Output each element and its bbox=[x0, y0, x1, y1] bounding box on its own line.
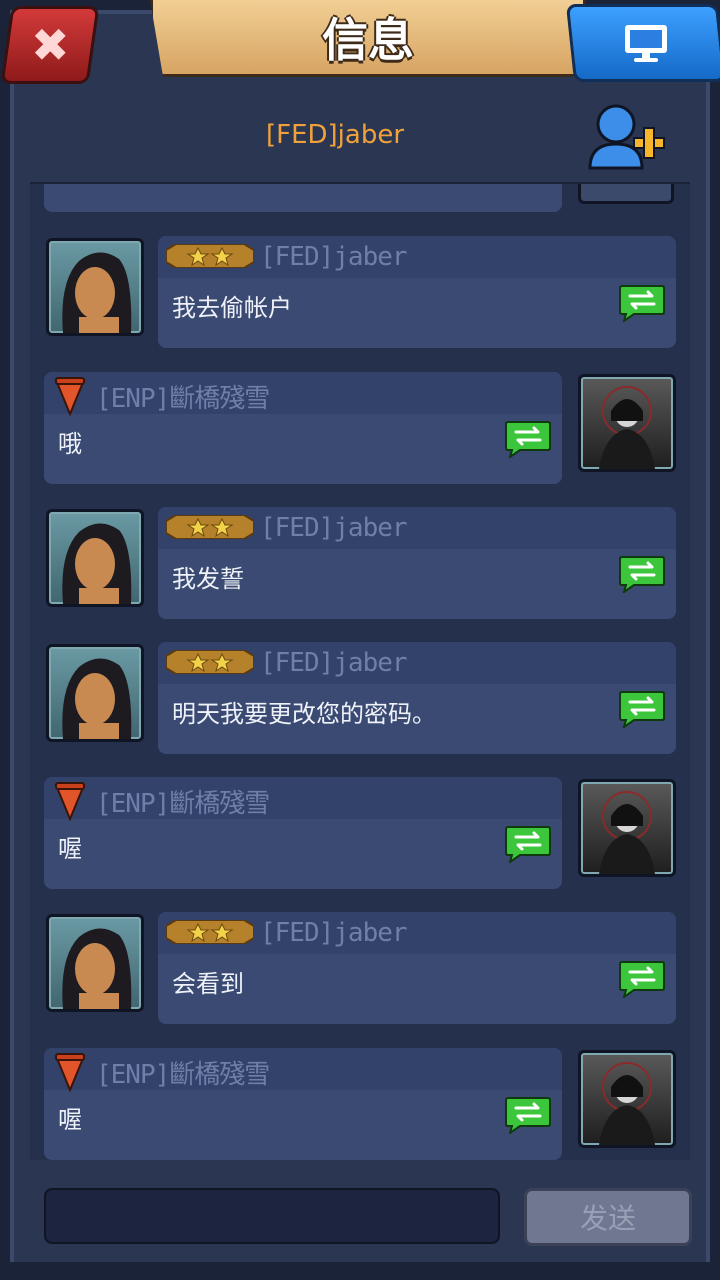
send-button[interactable]: 发送 bbox=[524, 1188, 692, 1246]
message-row: [ENP]斷橋殘雪哦 bbox=[30, 372, 690, 484]
message-bubble: [FED]jaber 会看到 bbox=[158, 912, 676, 1024]
message-row: [FED]jaber 我发誓 bbox=[30, 507, 690, 619]
rank-flag-icon bbox=[54, 1052, 86, 1093]
avatar[interactable] bbox=[46, 238, 144, 336]
chat-partner-name: [FED]jaber bbox=[265, 120, 405, 150]
avatar[interactable] bbox=[46, 509, 144, 607]
message-row: [FED]jaber 明天我要更改您的密码。 bbox=[30, 642, 690, 754]
message-bubble: [FED]jaber 我发誓 bbox=[158, 507, 676, 619]
sender-name[interactable]: [FED]jaber bbox=[260, 242, 408, 272]
rank-stars-icon bbox=[165, 514, 255, 540]
message-bubble: [ENP]斷橋殘雪喔 bbox=[44, 1048, 562, 1160]
message-text: 喔 bbox=[58, 1106, 82, 1134]
message-row: [ENP]斷橋殘雪喔 bbox=[30, 1048, 690, 1160]
sender-name[interactable]: [FED]jaber bbox=[260, 918, 408, 948]
message-bubble: [FED]jaber 明天我要更改您的密码。 bbox=[158, 642, 676, 754]
avatar[interactable] bbox=[578, 1050, 676, 1148]
avatar[interactable] bbox=[46, 914, 144, 1012]
avatar[interactable] bbox=[578, 374, 676, 472]
title-banner: 信息 bbox=[150, 0, 586, 77]
message-bubble: [ENP]斷橋殘雪哦 bbox=[44, 372, 562, 484]
add-friend-icon[interactable] bbox=[584, 102, 668, 172]
translate-share-icon[interactable] bbox=[504, 420, 552, 460]
rank-flag-icon bbox=[54, 376, 86, 417]
sender-name[interactable]: [ENP]斷橋殘雪 bbox=[96, 1054, 270, 1091]
message-bubble: [FED]jaber 我去偷帐户 bbox=[158, 236, 676, 348]
sender-name[interactable]: [ENP]斷橋殘雪 bbox=[96, 378, 270, 415]
message-text: 会看到 bbox=[172, 970, 244, 998]
message-input[interactable] bbox=[44, 1188, 500, 1244]
avatar[interactable] bbox=[578, 779, 676, 877]
monitor-icon bbox=[625, 25, 667, 62]
rank-stars-icon bbox=[165, 919, 255, 945]
page-title: 信息 bbox=[322, 13, 414, 67]
message-text: 我去偷帐户 bbox=[172, 294, 292, 322]
translate-share-icon[interactable] bbox=[618, 690, 666, 730]
rank-stars-icon bbox=[165, 243, 255, 269]
bottom-border bbox=[0, 1262, 720, 1280]
sender-name[interactable]: [FED]jaber bbox=[260, 648, 408, 678]
sender-name[interactable]: [ENP]斷橋殘雪 bbox=[96, 783, 270, 820]
message-row: [FED]jaber 会看到 bbox=[30, 912, 690, 1024]
close-icon: ✖ bbox=[30, 18, 70, 72]
translate-share-icon[interactable] bbox=[618, 555, 666, 595]
translate-share-icon[interactable] bbox=[618, 960, 666, 1000]
translate-share-icon[interactable] bbox=[618, 284, 666, 324]
message-text: 哦 bbox=[58, 430, 82, 458]
translate-share-icon[interactable] bbox=[504, 1096, 552, 1136]
partial-message-bubble bbox=[44, 184, 562, 212]
message-bubble: [ENP]斷橋殘雪喔 bbox=[44, 777, 562, 889]
message-text: 明天我要更改您的密码。 bbox=[172, 700, 436, 728]
message-row: [FED]jaber 我去偷帐户 bbox=[30, 236, 690, 348]
message-row: [ENP]斷橋殘雪喔 bbox=[30, 777, 690, 889]
message-list[interactable]: [FED]jaber 我去偷帐户 [ENP]斷橋殘雪哦 [FED]jaber 我发誓 [F… bbox=[30, 182, 690, 1160]
translate-share-icon[interactable] bbox=[504, 825, 552, 865]
message-text: 喔 bbox=[58, 835, 82, 863]
rank-flag-icon bbox=[54, 781, 86, 822]
avatar[interactable] bbox=[46, 644, 144, 742]
partial-avatar bbox=[578, 184, 674, 204]
close-button[interactable]: ✖ bbox=[0, 6, 100, 84]
rank-stars-icon bbox=[165, 649, 255, 675]
screen-button[interactable] bbox=[565, 4, 720, 82]
message-text: 我发誓 bbox=[172, 565, 244, 593]
sender-name[interactable]: [FED]jaber bbox=[260, 513, 408, 543]
